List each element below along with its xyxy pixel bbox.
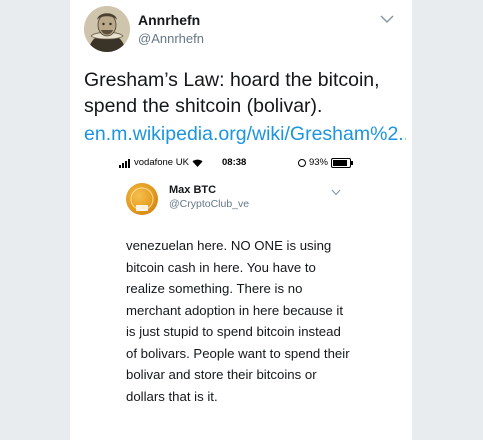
inner-tweet-text: venezuelan here. NO ONE is using bitcoin… <box>126 238 350 404</box>
status-time: 08:38 <box>222 157 247 168</box>
wifi-icon <box>192 159 203 167</box>
status-bar: vodafone UK 08:38 93% <box>115 155 357 171</box>
chevron-down-icon <box>331 189 341 196</box>
tweet-card: Annrhefn @Annrhefn Gresham’s Law: hoard … <box>70 0 412 440</box>
tweet-link[interactable]: en.m.wikipedia.org/wiki/Gresham%2... <box>84 121 406 147</box>
inner-user-handle: @CryptoClub_ve <box>169 198 250 210</box>
avatar[interactable] <box>84 6 130 52</box>
carrier-label: vodafone UK <box>134 157 189 168</box>
battery-icon <box>331 157 353 168</box>
tweet-text: Gresham’s Law: hoard the bitcoin, spend … <box>84 69 380 117</box>
signal-icon <box>119 157 131 168</box>
battery-percent: 93% <box>308 157 328 168</box>
inner-display-name: Max BTC <box>169 184 217 196</box>
attached-screenshot[interactable]: vodafone UK 08:38 93% Max BTC @CryptoClu… <box>115 155 357 440</box>
chevron-down-icon[interactable] <box>380 14 394 24</box>
inner-avatar <box>126 183 158 215</box>
user-handle[interactable]: @Annrhefn <box>138 31 204 46</box>
display-name[interactable]: Annrhefn <box>138 12 200 28</box>
alarm-icon <box>297 158 306 167</box>
